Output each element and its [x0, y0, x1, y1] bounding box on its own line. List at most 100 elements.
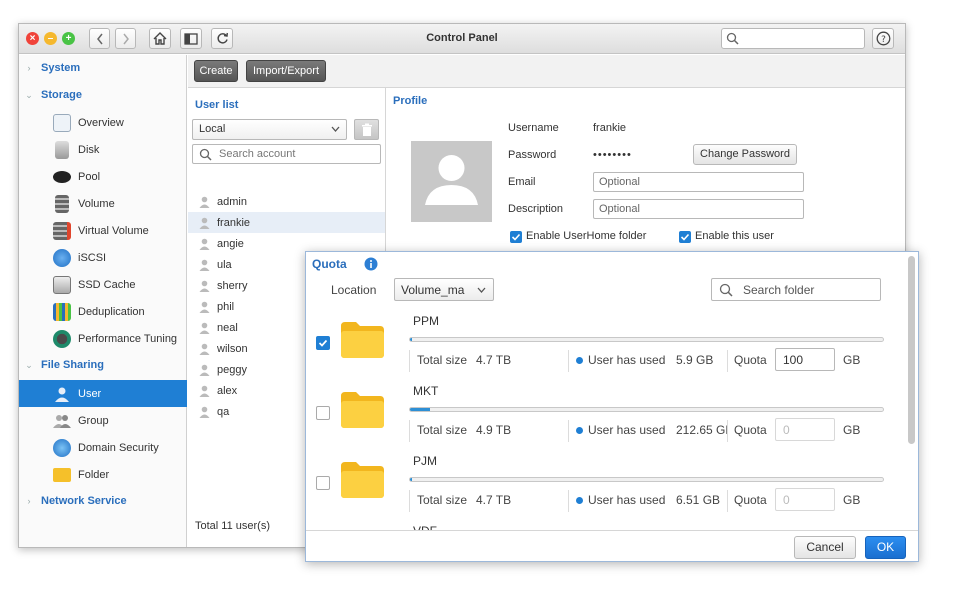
description-field[interactable]: Optional — [593, 199, 804, 219]
user-icon — [199, 343, 210, 355]
sidebar-item-virtual-volume[interactable]: Virtual Volume — [19, 217, 187, 244]
enable-user-checkbox[interactable] — [679, 231, 691, 243]
enable-userhome-label: Enable UserHome folder — [526, 230, 647, 242]
sidebar-item-group[interactable]: Group — [19, 407, 187, 434]
user-name: wilson — [217, 342, 248, 355]
sidebar-item-label: User — [78, 387, 102, 400]
sidebar-item-label: Folder — [78, 468, 110, 481]
description-label: Description — [508, 203, 564, 215]
scrollbar[interactable] — [908, 256, 915, 444]
ok-button[interactable]: OK — [865, 536, 906, 559]
chevron-down-icon — [477, 287, 486, 293]
sidebar-category-file-sharing[interactable]: ⌄ File Sharing — [19, 354, 187, 376]
folder-icon — [53, 467, 71, 482]
user-icon — [199, 196, 210, 208]
divider — [727, 420, 728, 442]
quota-label: Quota — [734, 493, 767, 507]
quota-input[interactable]: 0 — [775, 418, 835, 441]
sidebar-item-performance-tuning[interactable]: Performance Tuning — [19, 325, 187, 352]
quota-value: 0 — [783, 423, 790, 437]
divider — [727, 350, 728, 372]
used-label: User has used — [588, 423, 666, 437]
sidebar-item-domain-security[interactable]: Domain Security — [19, 434, 187, 461]
sidebar-item-label: Disk — [78, 143, 100, 156]
search-icon — [719, 283, 733, 297]
sidebar-item-user[interactable]: User — [19, 380, 187, 407]
global-search-input[interactable] — [721, 28, 865, 49]
quota-input[interactable]: 0 — [775, 488, 835, 511]
quota-label: Quota — [734, 423, 767, 437]
import-export-button[interactable]: Import/Export — [246, 60, 326, 82]
change-password-button[interactable]: Change Password — [693, 144, 797, 165]
chevron-down-icon — [331, 126, 340, 132]
info-icon[interactable] — [364, 257, 378, 271]
title-bar: × – + Control Panel ? — [19, 24, 905, 54]
sidebar-item-pool[interactable]: Pool — [19, 163, 187, 190]
quota-input[interactable]: 100 — [775, 348, 835, 371]
help-button[interactable]: ? — [872, 28, 894, 49]
usage-bar-fill — [410, 478, 412, 481]
cancel-button[interactable]: Cancel — [794, 536, 856, 559]
dialog-footer: Cancel OK — [306, 530, 918, 561]
user-list-title: User list — [195, 99, 239, 111]
sidebar-item-ssd-cache[interactable]: SSD Cache — [19, 271, 187, 298]
folder-name: MKT — [413, 384, 439, 398]
sidebar-category-network-service[interactable]: › Network Service — [19, 490, 187, 512]
sidebar-category-label: Network Service — [41, 495, 127, 507]
location-value: Volume_ma — [401, 283, 465, 297]
folder-checkbox[interactable] — [316, 406, 330, 420]
sidebar-item-iscsi[interactable]: iSCSI — [19, 244, 187, 271]
sidebar-item-label: Group — [78, 414, 109, 427]
avatar — [411, 141, 492, 222]
sidebar-category-storage[interactable]: ⌄ Storage — [19, 84, 187, 106]
password-value: •••••••• — [593, 149, 632, 161]
quota-unit: GB — [843, 493, 861, 507]
used-value: 5.9 GB — [676, 353, 714, 367]
user-source-select[interactable]: Local — [192, 119, 347, 140]
profile-title: Profile — [393, 95, 428, 107]
location-select[interactable]: Volume_ma — [394, 278, 494, 301]
total-size-value: 4.7 TB — [476, 353, 512, 367]
sidebar-item-overview[interactable]: Overview — [19, 109, 187, 136]
sidebar-item-volume[interactable]: Volume — [19, 190, 187, 217]
toolbar: Create Import/Export — [188, 55, 905, 88]
user-row[interactable]: frankie — [188, 212, 385, 233]
ssd-icon — [53, 275, 71, 294]
folder-checkbox[interactable] — [316, 476, 330, 490]
search-account-input[interactable]: Search account — [192, 144, 381, 164]
used-value: 212.65 GB — [676, 423, 728, 437]
delete-user-button[interactable] — [354, 119, 379, 140]
sidebar-item-label: Performance Tuning — [78, 332, 178, 345]
user-icon — [199, 364, 210, 376]
sidebar-category-label: Storage — [41, 89, 82, 101]
user-name: qa — [217, 405, 230, 418]
folder-name: PJM — [413, 454, 437, 468]
sidebar-item-folder[interactable]: Folder — [19, 461, 187, 488]
sidebar: › System ⌄ Storage Overview Disk Pool Vo… — [19, 55, 187, 547]
pool-icon — [53, 170, 71, 183]
search-icon — [199, 148, 212, 161]
location-label: Location — [331, 283, 377, 297]
enable-userhome-checkbox[interactable] — [510, 231, 522, 243]
folder-checkbox[interactable] — [316, 336, 330, 350]
check-icon — [680, 233, 690, 241]
user-icon — [199, 301, 210, 313]
sidebar-item-deduplication[interactable]: Deduplication — [19, 298, 187, 325]
email-field[interactable]: Optional — [593, 172, 804, 192]
sidebar-item-label: SSD Cache — [78, 278, 136, 291]
help-icon: ? — [876, 31, 891, 46]
usage-bar — [409, 407, 884, 412]
total-size-label: Total size — [417, 353, 468, 367]
create-button[interactable]: Create — [194, 60, 238, 82]
sidebar-category-system[interactable]: › System — [19, 57, 187, 79]
sidebar-item-disk[interactable]: Disk — [19, 136, 187, 163]
quota-label: Quota — [734, 353, 767, 367]
user-name: alex — [217, 384, 238, 397]
search-folder-input[interactable]: Search folder — [711, 278, 881, 301]
chevron-right-icon: › — [27, 496, 31, 506]
used-label: User has used — [588, 493, 666, 507]
user-name: ula — [217, 258, 232, 271]
password-label: Password — [508, 149, 557, 161]
user-row[interactable]: admin — [188, 191, 385, 212]
sidebar-category-label: File Sharing — [41, 359, 104, 371]
